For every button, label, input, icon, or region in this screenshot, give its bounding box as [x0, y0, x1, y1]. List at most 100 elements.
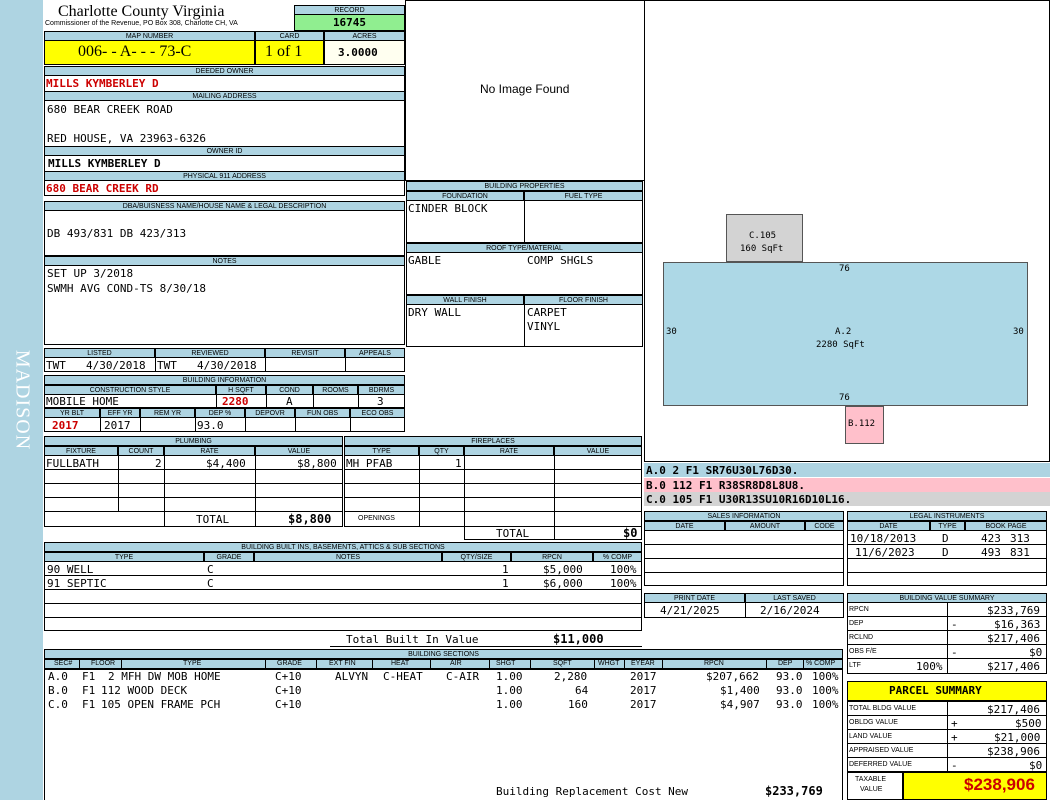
floor-finish: CARPET: [527, 306, 567, 319]
builtin-comp: 100%: [610, 563, 637, 576]
vs-pct: 100%: [916, 660, 943, 673]
sec-eyear: 2017: [630, 698, 657, 711]
fp-openings-label: OPENINGS: [358, 515, 395, 522]
builtin-type: 91 SEPTIC: [47, 577, 107, 590]
county-title: Charlotte County Virginia: [58, 3, 225, 20]
sec-floor: F1: [82, 698, 96, 711]
depreciation-percent: 93.0: [197, 419, 224, 432]
legal-title: LEGAL INSTRUMENTS: [847, 511, 1047, 521]
sec-id: A.0: [48, 670, 68, 683]
parcel-value: $500: [1015, 717, 1042, 730]
plumbing-fixture: FULLBATH: [46, 457, 99, 470]
bedrooms: 3: [377, 395, 384, 408]
fp-type: MH PFAB: [346, 457, 393, 470]
vs-label: DEP: [849, 620, 864, 627]
parcel-label: APPRAISED VALUE: [849, 747, 914, 754]
roof-box: [406, 252, 643, 295]
parcel-sign: -: [951, 759, 958, 772]
sketch-bottom-dim: 76: [839, 393, 850, 403]
vs-value: $16,363: [994, 618, 1041, 631]
hsqft: 2280: [222, 395, 249, 408]
builtin-comp: 100%: [610, 577, 637, 590]
print-date: 4/21/2025: [660, 604, 720, 617]
building-properties-title: BUILDING PROPERTIES: [406, 181, 643, 191]
sec-floor: F1: [82, 684, 96, 697]
fp-total: $0: [623, 526, 638, 540]
plumbing-title: PLUMBING: [44, 436, 343, 446]
col-air: AIR: [450, 660, 462, 667]
vs-value: $0: [1029, 646, 1043, 659]
floor-finish: VINYL: [527, 320, 561, 333]
wall-finish: DRY WALL: [408, 306, 461, 319]
plumbing-value: $8,800: [297, 457, 337, 470]
foundation: CINDER BLOCK: [408, 202, 488, 215]
parcel-label: TOTAL BLDG VALUE: [849, 705, 917, 712]
parcel-label: LAND VALUE: [849, 733, 893, 740]
builtin-type: 90 WELL: [47, 563, 94, 576]
vs-label: LTF: [849, 662, 861, 669]
sketch-legend-text: A.0 2 F1 SR76U30L76D30.: [646, 464, 799, 477]
roof-type: GABLE: [408, 254, 442, 267]
district-label: MADISON: [11, 349, 34, 451]
col-rpcn: RPCN: [704, 660, 724, 667]
sketch-legend-text: C.0 105 F1 U30R13SU10R16D10L16.: [646, 493, 852, 506]
card-number: 1 of 1: [265, 43, 303, 60]
parcel-sign: +: [951, 717, 958, 730]
sections-title: BUILDING SECTIONS: [44, 649, 843, 659]
replacement-cost-label: Building Replacement Cost New: [496, 785, 689, 798]
sec-id: B.0: [48, 684, 68, 697]
builtins-total: $11,000: [553, 632, 604, 646]
plumbing-total: $8,800: [288, 512, 332, 526]
reviewed-date: 4/30/2018: [197, 359, 257, 372]
sec-id: C.0: [48, 698, 68, 711]
vs-value: $217,406: [987, 660, 1040, 673]
reviewed-by: TWT: [157, 359, 177, 372]
sec-eyear: 2017: [630, 684, 657, 697]
col-shgt: SHGT: [496, 660, 516, 667]
vs-label: OBS F/E: [849, 648, 877, 655]
fireplaces-title: FIREPLACES: [344, 436, 642, 446]
sketch-c-label: C.105: [749, 231, 777, 241]
col-floor: FLOOR: [91, 660, 116, 667]
replacement-cost: $233,769: [765, 784, 823, 798]
legal-date: 11/6/2023: [855, 546, 915, 559]
sketch-b-label: B.112: [848, 419, 876, 429]
legal-page: 831: [1010, 546, 1030, 559]
record-number: 16745: [332, 16, 367, 29]
plumbing-count: 2: [155, 457, 162, 470]
map-number: 006- - A- - - 73-C: [78, 43, 192, 60]
parcel-label: DEFERRED VALUE: [849, 761, 912, 768]
sec-shgt: 1.00: [496, 670, 523, 683]
plumbing-rate: $4,400: [206, 457, 246, 470]
sec-type: 105 OPEN FRAME PCH: [101, 698, 221, 711]
sec-rpcn: $1,400: [720, 684, 760, 697]
condition: A: [286, 395, 293, 408]
sec-dep: 93.0: [776, 670, 803, 683]
parcel-value: $0: [1029, 759, 1043, 772]
roof-material: COMP SHGLS: [527, 254, 594, 267]
parcel-sign: +: [951, 731, 958, 744]
legal-date: 10/18/2013: [850, 532, 917, 545]
sec-shgt: 1.00: [496, 698, 523, 711]
sec-type: 2 MFH DW MOB HOME: [108, 670, 221, 683]
photo-placeholder-text: No Image Found: [480, 82, 570, 96]
parcel-summary-title: PARCEL SUMMARY: [889, 684, 982, 697]
legal-book: 493: [981, 546, 1001, 559]
taxable-label: TAXABLE: [855, 776, 886, 783]
vs-label: RCLND: [849, 634, 874, 641]
sec-sqft: 2,280: [554, 670, 588, 683]
legal-type: D: [942, 546, 949, 559]
col-sqft: SQFT: [553, 660, 572, 667]
vs-value: $217,406: [987, 632, 1040, 645]
fp-total-row: [464, 527, 642, 540]
commissioner-address: Commissioner of the Revenue, PO Box 308,…: [45, 20, 238, 27]
builtins-title: BUILDING BUILT INS, BASEMENTS, ATTICS & …: [44, 542, 642, 552]
legal-type: D: [942, 532, 949, 545]
sec-rpcn: $207,662: [706, 670, 759, 683]
sketch-c-area: 160 SqFt: [740, 244, 784, 254]
parcel-value: $217,406: [987, 703, 1040, 716]
parcel-value: $21,000: [994, 731, 1041, 744]
sec-eyear: 2017: [630, 670, 657, 683]
legal-page: 313: [1010, 532, 1030, 545]
sec-heat: C-HEAT: [383, 670, 423, 683]
